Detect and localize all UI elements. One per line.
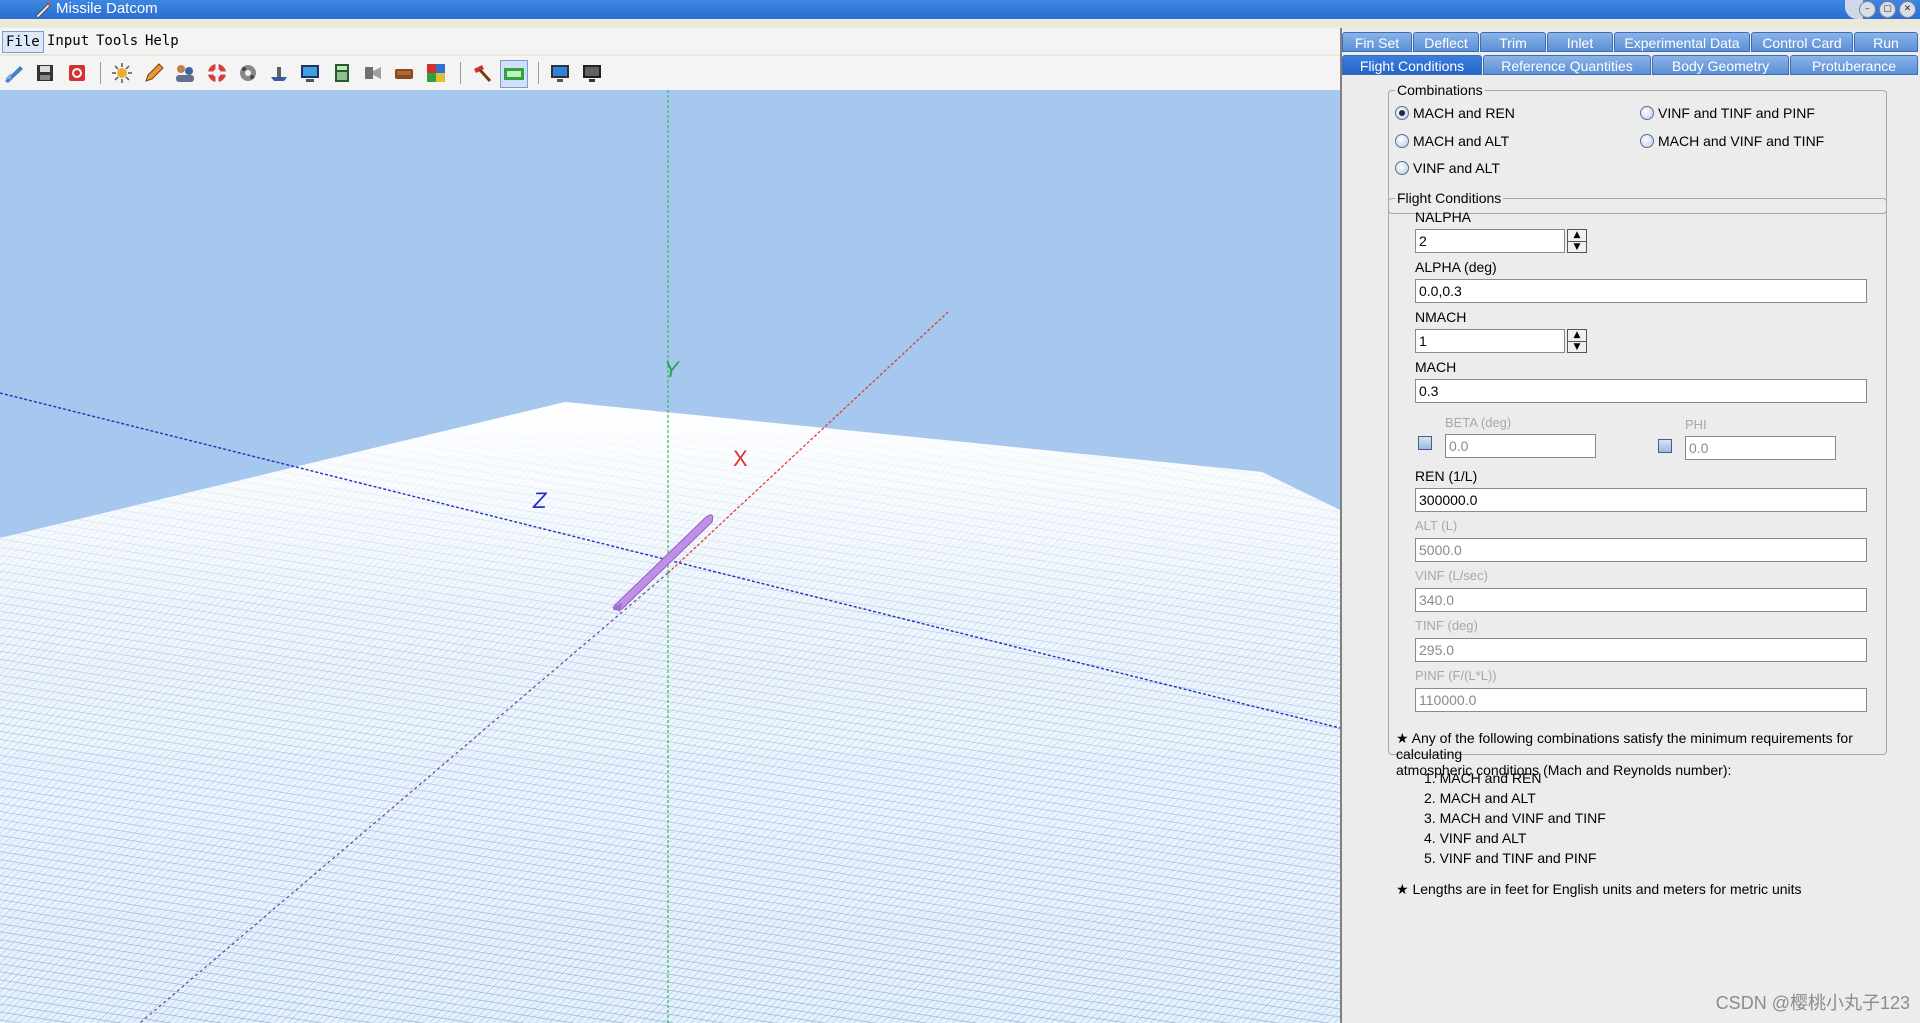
radio-vinf-alt[interactable]: VINF and ALT: [1395, 160, 1500, 176]
close-button[interactable]: ✕: [1899, 1, 1916, 18]
flight-conditions-group: Flight Conditions NALPHA 2 ▲ ▼ ALPHA (deg…: [1388, 190, 1887, 755]
nmach-label: NMACH: [1415, 309, 1467, 325]
users-icon[interactable]: [173, 61, 197, 85]
grid-view-icon[interactable]: [500, 60, 528, 88]
z-axis-label: Z: [532, 488, 548, 513]
menu-bar: File Input Tools Help: [0, 28, 1340, 54]
radio-icon: [1640, 106, 1654, 120]
nmach-spinner[interactable]: ▲ ▼: [1567, 329, 1587, 353]
alt-field[interactable]: 5000.0: [1415, 538, 1867, 562]
watermark: CSDN @樱桃小丸子123: [1715, 993, 1910, 1013]
radio-icon: [1395, 134, 1409, 148]
spin-up-icon[interactable]: ▲: [1568, 230, 1586, 242]
screen-icon[interactable]: [548, 61, 572, 85]
beta-label: BETA (deg): [1445, 415, 1512, 430]
tab-reference-quantities[interactable]: Reference Quantities: [1483, 55, 1651, 75]
alpha-label: ALPHA (deg): [1415, 259, 1497, 275]
3d-viewport[interactable]: Y X Z: [0, 90, 1340, 1023]
sofa-icon[interactable]: [392, 61, 416, 85]
open-icon[interactable]: [2, 61, 26, 85]
pencil-icon[interactable]: [142, 61, 166, 85]
tinf-field[interactable]: 295.0: [1415, 638, 1867, 662]
calculator-icon[interactable]: [330, 61, 354, 85]
tinf-label: TINF (deg): [1415, 618, 1478, 633]
alpha-field[interactable]: 0.0,0.3: [1415, 279, 1867, 303]
beta-checkbox[interactable]: [1418, 436, 1432, 450]
ship-icon[interactable]: [267, 61, 291, 85]
alt-label: ALT (L): [1415, 518, 1458, 533]
list-item: 4. VINF and ALT: [1424, 830, 1527, 846]
nalpha-field[interactable]: 2: [1415, 229, 1565, 253]
radio-mach-ren[interactable]: MACH and REN: [1395, 105, 1515, 121]
list-item: 2. MACH and ALT: [1424, 790, 1536, 806]
tab-protuberance[interactable]: Protuberance: [1790, 55, 1918, 75]
scene: Y X Z: [0, 90, 1340, 1023]
menu-file[interactable]: File: [2, 31, 44, 53]
sun-icon[interactable]: [110, 61, 134, 85]
save-icon[interactable]: [33, 61, 57, 85]
vinf-field[interactable]: 340.0: [1415, 588, 1867, 612]
radio-mach-vinf-tinf[interactable]: MACH and VINF and TINF: [1640, 133, 1824, 149]
tab-flight-conditions[interactable]: Flight Conditions: [1342, 55, 1482, 75]
radio-mach-alt[interactable]: MACH and ALT: [1395, 133, 1509, 149]
radio-icon: [1395, 161, 1409, 175]
radio-selected-icon: [1395, 106, 1409, 120]
display-icon[interactable]: [580, 61, 604, 85]
list-item: 1. MACH and REN: [1424, 770, 1542, 786]
flight-conditions-legend: Flight Conditions: [1395, 190, 1504, 206]
mach-field[interactable]: 0.3: [1415, 379, 1867, 403]
hammer-icon[interactable]: [470, 61, 494, 85]
x-axis-label: X: [733, 446, 748, 471]
window-title: Missile Datcom: [56, 0, 158, 17]
vinf-label: VINF (L/sec): [1415, 568, 1488, 583]
toolbar: [0, 56, 1340, 91]
gear-icon[interactable]: [236, 61, 260, 85]
tab-row-2: Flight Conditions Reference Quantities B…: [1342, 55, 1920, 77]
spin-up-icon[interactable]: ▲: [1568, 330, 1586, 342]
monitor-icon[interactable]: [298, 61, 322, 85]
note-units: ★ Lengths are in feet for English units …: [1396, 881, 1802, 897]
palette-icon[interactable]: [424, 61, 448, 85]
nalpha-label: NALPHA: [1415, 209, 1472, 225]
combinations-legend: Combinations: [1395, 82, 1485, 98]
radio-icon: [1640, 134, 1654, 148]
tab-experimental-data[interactable]: Experimental Data: [1614, 32, 1750, 52]
spin-down-icon[interactable]: ▼: [1568, 342, 1586, 353]
pinf-field[interactable]: 110000.0: [1415, 688, 1867, 712]
ren-label: REN (1/L): [1415, 468, 1478, 484]
tab-run[interactable]: Run: [1854, 32, 1918, 52]
phi-checkbox[interactable]: [1658, 439, 1672, 453]
phi-field[interactable]: 0.0: [1685, 436, 1836, 460]
menu-tools[interactable]: Tools: [93, 31, 141, 51]
list-item: 3. MACH and VINF and TINF: [1424, 810, 1606, 826]
nmach-field[interactable]: 1: [1415, 329, 1565, 353]
menu-input[interactable]: Input: [44, 31, 92, 51]
tab-row-1: Fin Set Deflect Trim Inlet Experimental …: [1342, 32, 1920, 54]
y-axis-label: Y: [664, 357, 680, 382]
list-item: 5. VINF and TINF and PINF: [1424, 850, 1597, 866]
exit-icon[interactable]: [65, 61, 89, 85]
maximize-button[interactable]: ▢: [1879, 1, 1896, 18]
tab-control-card[interactable]: Control Card: [1751, 32, 1853, 52]
menu-help[interactable]: Help: [142, 31, 182, 51]
lifebuoy-icon[interactable]: [205, 61, 229, 85]
app-icon: [35, 2, 51, 18]
beta-field[interactable]: 0.0: [1445, 434, 1596, 458]
tab-fin-set[interactable]: Fin Set: [1342, 32, 1412, 52]
pinf-label: PINF (F/(L*L)): [1415, 668, 1497, 683]
spin-down-icon[interactable]: ▼: [1568, 242, 1586, 253]
tab-trim[interactable]: Trim: [1480, 32, 1546, 52]
input-panel: Fin Set Deflect Trim Inlet Experimental …: [1342, 28, 1920, 1023]
brush-icon[interactable]: [361, 61, 385, 85]
title-bar: Missile Datcom – ▢ ✕: [0, 0, 1920, 19]
ren-field[interactable]: 300000.0: [1415, 488, 1867, 512]
radio-vinf-tinf-pinf[interactable]: VINF and TINF and PINF: [1640, 105, 1815, 121]
mach-label: MACH: [1415, 359, 1457, 375]
minimize-button[interactable]: –: [1859, 1, 1876, 18]
phi-label: PHI: [1685, 417, 1707, 432]
nalpha-spinner[interactable]: ▲ ▼: [1567, 229, 1587, 253]
tab-inlet[interactable]: Inlet: [1547, 32, 1613, 52]
tab-body-geometry[interactable]: Body Geometry: [1652, 55, 1789, 75]
tab-deflect[interactable]: Deflect: [1413, 32, 1479, 52]
